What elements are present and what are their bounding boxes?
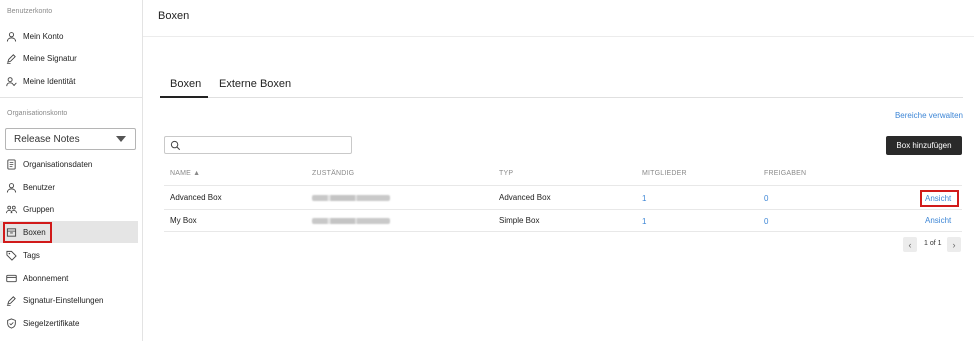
sidebar-divider — [0, 97, 142, 98]
row-members-link[interactable]: 1 — [642, 194, 646, 203]
sidebar-item-my-signature[interactable]: Meine Signatur — [0, 47, 138, 69]
sidebar-item-label: Abonnement — [23, 273, 69, 283]
search-input[interactable] — [164, 136, 352, 154]
sidebar-item-label: Organisationsdaten — [23, 159, 93, 169]
tab-external-boxes[interactable]: Externe Boxen — [219, 78, 291, 90]
row-type: Advanced Box — [499, 193, 551, 202]
user-icon — [6, 31, 17, 42]
credit-card-icon — [6, 273, 17, 284]
sidebar-item-label: Meine Identität — [23, 76, 76, 86]
next-page-button[interactable]: › — [947, 237, 961, 252]
section-label-organization: Organisationskonto — [7, 110, 68, 117]
sidebar-item-seal-certificates[interactable]: Siegelzertifikate — [0, 312, 138, 334]
sidebar-item-label: Mein Konto — [23, 31, 64, 41]
row-type: Simple Box — [499, 216, 540, 225]
view-button[interactable]: Ansicht — [925, 216, 951, 225]
column-header-shares: FREIGABEN — [764, 170, 807, 177]
row-shares-link[interactable]: 0 — [764, 217, 768, 226]
user-icon — [6, 182, 17, 193]
sidebar-item-label: Signatur-Einstellungen — [23, 295, 104, 305]
sidebar-item-my-identity[interactable]: Meine Identität — [0, 70, 138, 92]
previous-page-button[interactable]: ‹ — [903, 237, 917, 252]
column-header-type: TYP — [499, 170, 514, 177]
tabs-divider — [160, 97, 963, 98]
sidebar-item-tags[interactable]: Tags — [0, 244, 138, 266]
sidebar-item-my-account[interactable]: Mein Konto — [0, 25, 138, 47]
column-header-responsible: ZUSTÄNDIG — [312, 170, 355, 177]
shield-icon — [6, 317, 17, 329]
row-shares-link[interactable]: 0 — [764, 194, 768, 203]
manage-areas-link[interactable]: Bereiche verwalten — [895, 111, 963, 120]
tab-active-indicator — [160, 96, 208, 98]
highlight-boxen-sidebar — [3, 222, 52, 243]
pen-icon — [6, 53, 17, 64]
pen-icon — [6, 295, 17, 306]
sidebar-item-label: Tags — [23, 250, 40, 260]
page-title: Boxen — [158, 10, 190, 22]
sidebar: Benutzerkonto Mein Konto Meine Signatur … — [0, 0, 143, 341]
row-name: My Box — [170, 216, 197, 225]
column-header-name[interactable]: NAME ▲ — [170, 170, 200, 177]
chevron-left-icon: ‹ — [908, 239, 912, 250]
highlight-view-button — [920, 190, 959, 207]
row-members-link[interactable]: 1 — [642, 217, 646, 226]
section-label-user-account: Benutzerkonto — [7, 8, 53, 15]
column-header-members: MITGLIEDER — [642, 170, 687, 177]
sidebar-item-label: Gruppen — [23, 204, 55, 214]
tag-icon — [6, 250, 17, 261]
sidebar-item-label: Meine Signatur — [23, 53, 77, 63]
sidebar-item-users[interactable]: Benutzer — [0, 176, 138, 198]
header-divider — [143, 36, 974, 37]
redacted-responsible — [312, 218, 390, 224]
document-icon — [6, 158, 17, 170]
sidebar-item-organization-data[interactable]: Organisationsdaten — [0, 153, 138, 175]
users-icon — [6, 204, 17, 215]
table-row-divider — [164, 209, 962, 210]
organization-select[interactable]: Release Notes — [5, 128, 136, 150]
user-check-icon — [6, 76, 17, 87]
sidebar-item-groups[interactable]: Gruppen — [0, 198, 138, 220]
table-divider — [164, 185, 962, 186]
pagination-status: 1 of 1 — [924, 240, 942, 247]
row-name: Advanced Box — [170, 193, 222, 202]
sidebar-item-subscription[interactable]: Abonnement — [0, 267, 138, 289]
sidebar-item-label: Siegelzertifikate — [23, 318, 80, 328]
table-row-divider — [164, 231, 962, 232]
chevron-down-icon — [116, 136, 126, 142]
tab-boxes[interactable]: Boxen — [170, 78, 201, 90]
sidebar-item-signature-settings[interactable]: Signatur-Einstellungen — [0, 289, 138, 311]
organization-select-value: Release Notes — [14, 133, 80, 145]
redacted-responsible — [312, 195, 390, 201]
search-icon — [170, 140, 181, 151]
sidebar-item-label: Benutzer — [23, 182, 56, 192]
add-box-button[interactable]: Box hinzufügen — [886, 136, 962, 155]
chevron-right-icon: › — [952, 239, 956, 250]
